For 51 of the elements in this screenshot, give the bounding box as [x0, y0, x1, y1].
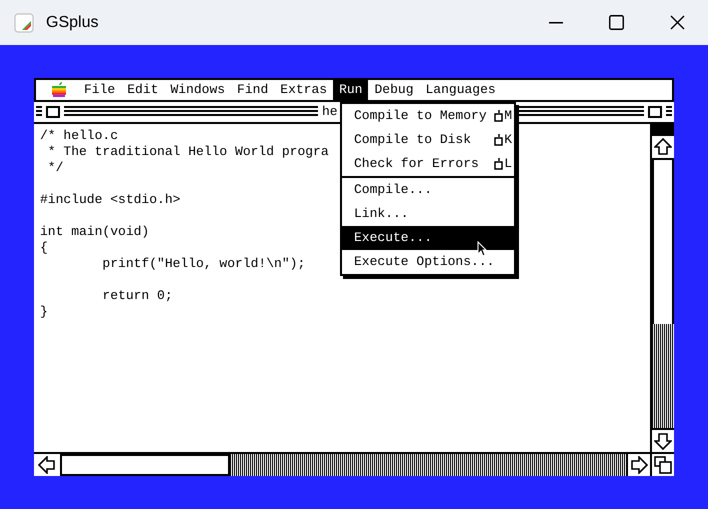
down-arrow-icon[interactable]: [654, 432, 672, 450]
left-arrow-icon[interactable]: [38, 456, 56, 474]
menu-title[interactable]: Debug: [368, 80, 420, 100]
code-line: int main(void): [40, 224, 150, 240]
shortcut-key: K: [504, 130, 512, 150]
menu-item[interactable]: Execute...: [342, 226, 514, 250]
right-arrow-icon[interactable]: [630, 456, 648, 474]
scroll-thumb[interactable]: [652, 160, 674, 324]
code-line: }: [40, 304, 48, 320]
scroll-thumb[interactable]: [60, 454, 230, 476]
menu-item[interactable]: Link...: [342, 202, 514, 226]
shortcut-key: M: [504, 106, 512, 126]
shortcut-key: L: [504, 154, 512, 174]
menu-title[interactable]: Find: [231, 80, 274, 100]
code-line: #include <stdio.h>: [40, 192, 180, 208]
up-arrow-icon[interactable]: [654, 138, 672, 156]
document-title: he: [322, 103, 338, 122]
mouse-pointer-icon: [477, 241, 487, 257]
horizontal-scrollbar[interactable]: [34, 452, 674, 476]
open-apple-icon: [494, 110, 504, 122]
code-line: /* hello.c: [40, 128, 118, 144]
resize-icon[interactable]: [654, 456, 672, 474]
menu-title[interactable]: Run: [333, 80, 368, 100]
open-apple-icon: [494, 134, 504, 146]
menu-item[interactable]: Check for Errors L: [342, 152, 514, 176]
menu-item[interactable]: Execute Options...: [342, 250, 514, 274]
title-stripes: [666, 106, 672, 118]
maximize-icon[interactable]: [609, 15, 624, 30]
code-line: * The traditional Hello World progra: [46, 144, 329, 160]
zoom-box[interactable]: [648, 106, 662, 118]
open-apple-icon: [494, 158, 504, 170]
menu-item[interactable]: Compile to Disk K: [342, 128, 514, 152]
apple-logo-icon[interactable]: [50, 81, 68, 99]
menu-item[interactable]: Compile to Memory M: [342, 104, 514, 128]
menu-title[interactable]: File: [78, 80, 122, 100]
menu-title[interactable]: Extras: [274, 80, 334, 100]
menu-title[interactable]: Windows: [164, 80, 232, 100]
code-line: printf("Hello, world!\n");: [101, 256, 306, 272]
vertical-scrollbar[interactable]: [650, 124, 674, 452]
menu-title[interactable]: Languages: [420, 80, 502, 100]
close-icon[interactable]: [670, 15, 685, 30]
menu-title[interactable]: Edit: [121, 80, 164, 100]
close-box[interactable]: [46, 106, 60, 118]
code-line: */: [46, 160, 64, 176]
code-line: return 0;: [101, 288, 173, 304]
window-title: GSplus: [46, 12, 98, 32]
menu-item[interactable]: Compile...: [342, 178, 514, 202]
app-icon: [14, 12, 34, 32]
minimize-icon[interactable]: [549, 22, 563, 24]
title-stripes: [36, 106, 42, 118]
code-line: {: [40, 240, 48, 256]
